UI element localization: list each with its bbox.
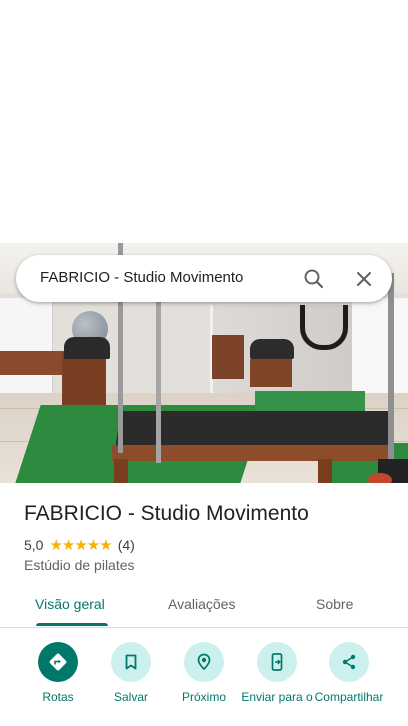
photo-bench-leg bbox=[318, 459, 332, 483]
photo-strap bbox=[300, 305, 348, 350]
save-circle bbox=[111, 642, 151, 682]
search-icon bbox=[304, 269, 324, 289]
close-icon bbox=[357, 272, 371, 286]
directions-circle bbox=[38, 642, 78, 682]
tab-reviews[interactable]: Avaliações bbox=[168, 596, 235, 612]
place-category[interactable]: Estúdio de pilates bbox=[24, 557, 135, 573]
send-to-phone-circle bbox=[257, 642, 297, 682]
rating-value: 5,0 bbox=[24, 537, 44, 553]
nearby-label: Próximo bbox=[181, 690, 226, 704]
directions-label: Rotas bbox=[42, 690, 74, 704]
nearby-button[interactable]: Próximo bbox=[166, 642, 242, 705]
photo-bench-leg bbox=[114, 459, 128, 483]
share-button[interactable]: Compartilhar bbox=[311, 642, 387, 705]
photo-pole bbox=[388, 273, 394, 483]
share-label: Compartilhar bbox=[314, 690, 384, 704]
send-to-phone-button[interactable]: Enviar para o bbox=[239, 642, 315, 705]
save-button[interactable]: Salvar bbox=[93, 642, 169, 705]
tab-overview[interactable]: Visão geral bbox=[35, 596, 105, 612]
photo-reformer bbox=[212, 335, 244, 379]
save-label: Salvar bbox=[113, 690, 148, 704]
rating-row[interactable]: 5,0 ★★★★★ (4) bbox=[24, 537, 135, 554]
send-to-phone-label: Enviar para o bbox=[241, 690, 313, 704]
send-to-phone-icon bbox=[271, 653, 283, 671]
review-count: (4) bbox=[117, 537, 135, 553]
search-query[interactable]: FABRICIO - Studio Movimento bbox=[40, 269, 243, 286]
star-rating-icon: ★★★★★ bbox=[49, 537, 112, 554]
nearby-icon bbox=[197, 653, 211, 671]
photo-cadillac-frame bbox=[112, 445, 392, 461]
search-bar[interactable]: FABRICIO - Studio Movimento bbox=[16, 255, 392, 302]
close-button[interactable] bbox=[350, 265, 378, 293]
photo-reformer bbox=[62, 353, 106, 405]
place-title: FABRICIO - Studio Movimento bbox=[24, 502, 309, 525]
share-circle bbox=[329, 642, 369, 682]
tab-bar: Visão geral Avaliações Sobre bbox=[0, 584, 408, 628]
photo-chair bbox=[250, 339, 294, 359]
share-icon bbox=[342, 654, 356, 670]
directions-icon bbox=[49, 653, 67, 671]
search-button[interactable] bbox=[300, 265, 328, 293]
nearby-circle bbox=[184, 642, 224, 682]
map-blank-area bbox=[0, 0, 408, 243]
photo-chair bbox=[64, 337, 110, 359]
tab-about[interactable]: Sobre bbox=[316, 596, 353, 612]
bookmark-icon bbox=[125, 654, 137, 670]
photo-reformer bbox=[0, 351, 70, 375]
directions-button[interactable]: Rotas bbox=[20, 642, 96, 705]
active-tab-indicator bbox=[36, 623, 108, 626]
photo-reformer bbox=[250, 359, 292, 387]
photo-ball bbox=[368, 473, 392, 483]
